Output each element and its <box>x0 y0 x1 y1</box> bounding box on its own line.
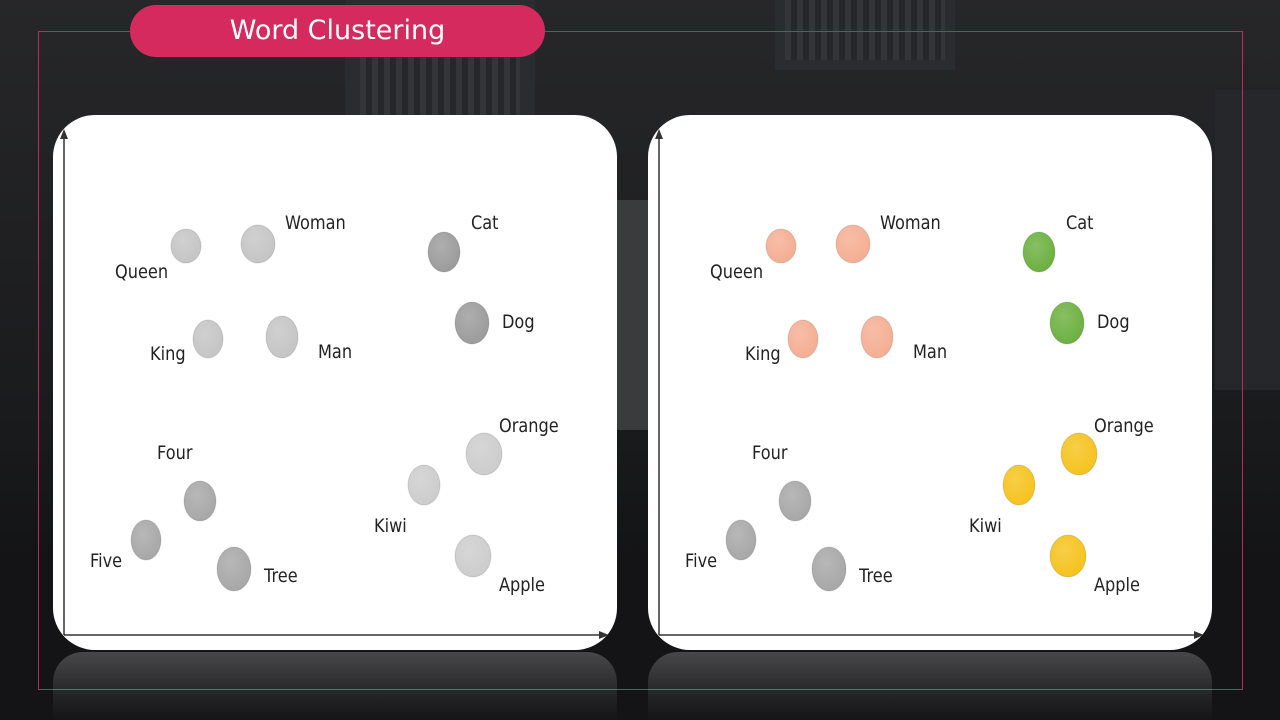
word-label-tree: Tree <box>264 565 298 587</box>
word-point-tree <box>811 546 847 592</box>
word-label-orange: Orange <box>499 415 559 437</box>
panel-unclustered: Queen Woman King Man Cat Dog Four Five Tree Orang… <box>53 115 617 650</box>
word-point-dog <box>454 301 490 345</box>
word-label-woman: Woman <box>880 212 941 234</box>
panel-clustered: Queen Woman King Man Cat Dog Four Five Tree Orang… <box>648 115 1212 650</box>
word-label-woman: Woman <box>285 212 346 234</box>
word-point-woman <box>240 224 276 264</box>
word-label-orange: Orange <box>1094 415 1154 437</box>
word-point-man <box>860 315 894 359</box>
word-label-dog: Dog <box>502 311 535 333</box>
word-point-four <box>183 480 217 522</box>
word-point-kiwi <box>1002 464 1036 506</box>
cluster-plot <box>655 129 1204 639</box>
word-point-apple <box>1049 534 1087 578</box>
word-label-four: Four <box>752 442 788 464</box>
word-point-four <box>778 480 812 522</box>
word-label-five: Five <box>90 550 123 572</box>
x-axis-arrow <box>599 631 609 639</box>
word-point-dog <box>1049 301 1085 345</box>
word-point-five <box>130 519 162 561</box>
word-point-king <box>787 319 819 359</box>
word-label-man: Man <box>318 341 353 363</box>
y-axis-arrow <box>60 129 68 139</box>
x-axis-arrow <box>1194 631 1204 639</box>
word-label-cat: Cat <box>1066 212 1094 234</box>
word-point-queen <box>765 228 797 264</box>
word-label-kiwi: Kiwi <box>969 515 1002 537</box>
word-label-kiwi: Kiwi <box>374 515 407 537</box>
word-label-four: Four <box>157 442 193 464</box>
panel-reflection <box>648 652 1212 720</box>
word-point-apple <box>454 534 492 578</box>
word-point-man <box>265 315 299 359</box>
word-label-apple: Apple <box>499 574 545 596</box>
word-label-man: Man <box>913 341 948 363</box>
word-point-five <box>725 519 757 561</box>
word-point-queen <box>170 228 202 264</box>
y-axis-arrow <box>655 129 663 139</box>
word-point-king <box>192 319 224 359</box>
word-point-cat <box>1022 231 1056 273</box>
word-label-king: King <box>150 343 186 365</box>
word-label-cat: Cat <box>471 212 499 234</box>
word-point-kiwi <box>407 464 441 506</box>
word-label-five: Five <box>685 550 718 572</box>
word-label-apple: Apple <box>1094 574 1140 596</box>
word-point-tree <box>216 546 252 592</box>
word-label-dog: Dog <box>1097 311 1130 333</box>
word-point-cat <box>427 231 461 273</box>
word-point-orange <box>465 432 503 476</box>
word-point-orange <box>1060 432 1098 476</box>
word-label-king: King <box>745 343 781 365</box>
word-point-woman <box>835 224 871 264</box>
cluster-plot <box>60 129 609 639</box>
word-label-queen: Queen <box>710 261 764 283</box>
word-label-queen: Queen <box>115 261 169 283</box>
page-title: Word Clustering <box>130 5 545 57</box>
panel-reflection <box>53 652 617 720</box>
word-label-tree: Tree <box>859 565 893 587</box>
